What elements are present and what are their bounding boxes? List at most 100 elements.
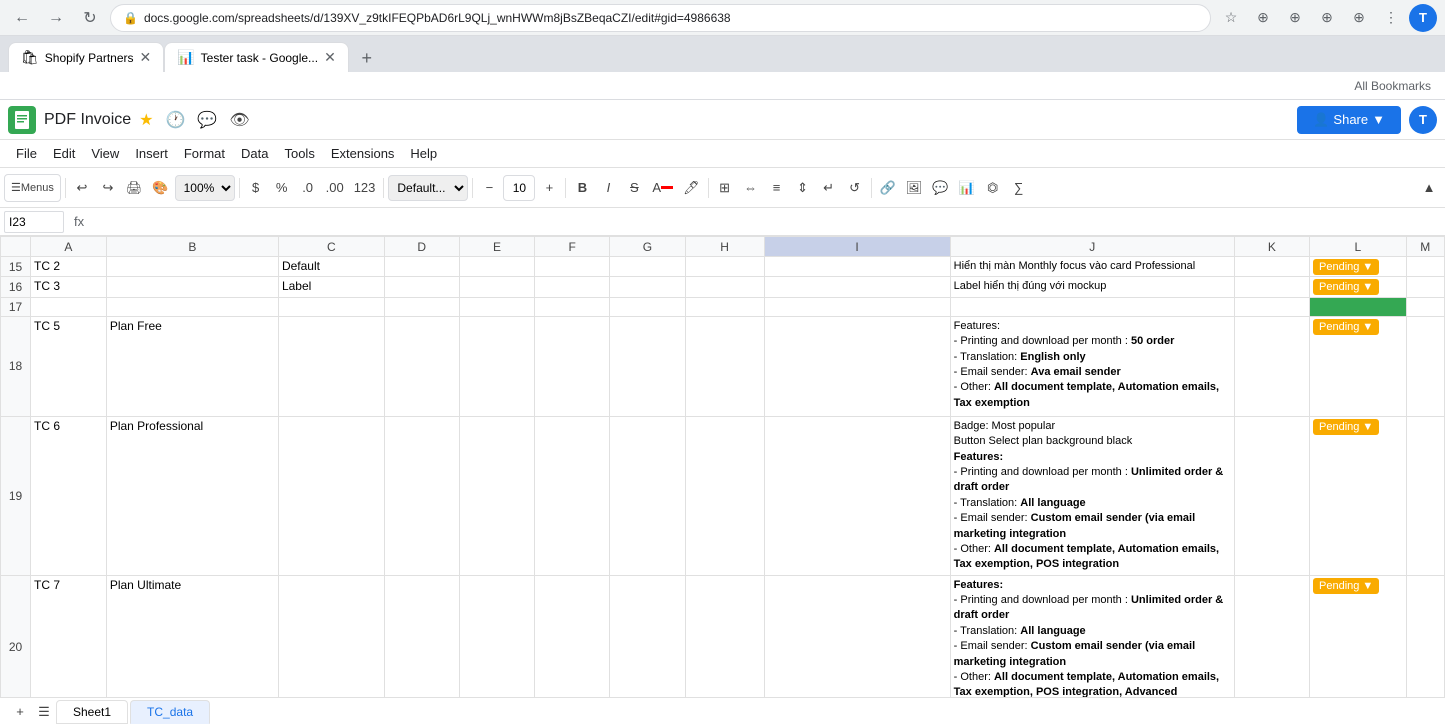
cell-h19[interactable] <box>685 416 764 575</box>
menu-data[interactable]: Data <box>233 142 276 165</box>
menu-help[interactable]: Help <box>402 142 445 165</box>
cell-j19[interactable]: Badge: Most popularButton Select plan ba… <box>950 416 1234 575</box>
cell-e20[interactable] <box>459 575 534 697</box>
cell-f17[interactable] <box>535 297 610 316</box>
col-header-g[interactable]: G <box>610 237 685 257</box>
col-header-m[interactable]: M <box>1406 237 1444 257</box>
cell-k18[interactable] <box>1234 316 1309 416</box>
cell-b17[interactable] <box>106 297 278 316</box>
align-h-button[interactable]: ≡ <box>765 174 789 202</box>
cell-f18[interactable] <box>535 316 610 416</box>
cell-i19[interactable] <box>764 416 950 575</box>
undo-button[interactable]: ↩ <box>70 174 94 202</box>
forward-button[interactable]: → <box>42 4 70 32</box>
cell-d16[interactable] <box>384 277 459 297</box>
cell-m19[interactable] <box>1406 416 1444 575</box>
sheet-grid[interactable]: A B C D E F G H I J K L M <box>0 236 1445 697</box>
col-header-b[interactable]: B <box>106 237 278 257</box>
cell-m16[interactable] <box>1406 277 1444 297</box>
row-18-header[interactable]: 18 <box>1 316 31 416</box>
extension2-button[interactable]: ⊕ <box>1281 4 1309 32</box>
cell-d17[interactable] <box>384 297 459 316</box>
url-bar[interactable]: 🔒 docs.google.com/spreadsheets/d/139XV_z… <box>110 4 1211 32</box>
cell-a16[interactable]: TC 3 <box>31 277 107 297</box>
cell-h15[interactable] <box>685 257 764 277</box>
cell-g16[interactable] <box>610 277 685 297</box>
cell-k20[interactable] <box>1234 575 1309 697</box>
strikethrough-button[interactable]: S <box>622 174 646 202</box>
cell-f15[interactable] <box>535 257 610 277</box>
cell-c15[interactable]: Default <box>278 257 384 277</box>
user-avatar[interactable]: T <box>1409 106 1437 134</box>
redo-button[interactable]: ↪ <box>96 174 120 202</box>
decrease-decimal-button[interactable]: .0 <box>296 174 320 202</box>
text-color-button[interactable]: A <box>648 174 677 202</box>
increase-font-button[interactable]: + <box>537 174 561 202</box>
bookmark-star-button[interactable]: ☆ <box>1217 4 1245 32</box>
wrap-button[interactable]: ↵ <box>817 174 841 202</box>
cell-h17[interactable] <box>685 297 764 316</box>
cell-j16[interactable]: Label hiển thị đúng với mockup <box>950 277 1234 297</box>
cell-a18[interactable]: TC 5 <box>31 316 107 416</box>
cell-f19[interactable] <box>535 416 610 575</box>
cell-e18[interactable] <box>459 316 534 416</box>
cell-k15[interactable] <box>1234 257 1309 277</box>
more-button[interactable]: ⋮ <box>1377 4 1405 32</box>
tab-shopify[interactable]: 🛍 Shopify Partners ✕ <box>8 42 164 72</box>
col-header-l[interactable]: L <box>1310 237 1407 257</box>
cell-a20[interactable]: TC 7 <box>31 575 107 697</box>
link-button[interactable]: 🔗 <box>876 174 900 202</box>
row-17-header[interactable]: 17 <box>1 297 31 316</box>
tab-close-sheets-icon[interactable]: ✕ <box>324 49 336 66</box>
cell-j17[interactable] <box>950 297 1234 316</box>
italic-button[interactable]: I <box>596 174 620 202</box>
refresh-button[interactable]: ↻ <box>76 4 104 32</box>
tab-sheets[interactable]: 📊 Tester task - Google... ✕ <box>164 42 349 72</box>
star-icon[interactable]: ★ <box>139 110 153 130</box>
cell-d19[interactable] <box>384 416 459 575</box>
new-tab-button[interactable]: + <box>353 44 381 72</box>
cell-h16[interactable] <box>685 277 764 297</box>
back-button[interactable]: ← <box>8 4 36 32</box>
formula-input[interactable] <box>94 211 1441 233</box>
cell-d15[interactable] <box>384 257 459 277</box>
bold-button[interactable]: B <box>570 174 594 202</box>
cell-i17[interactable] <box>764 297 950 316</box>
cell-d20[interactable] <box>384 575 459 697</box>
menu-extensions[interactable]: Extensions <box>323 142 403 165</box>
cell-b18[interactable]: Plan Free <box>106 316 278 416</box>
col-header-i[interactable]: I <box>764 237 950 257</box>
cell-c19[interactable] <box>278 416 384 575</box>
sheet-menu-button[interactable]: ☰ <box>32 698 56 725</box>
cell-i16[interactable] <box>764 277 950 297</box>
cell-c16[interactable]: Label <box>278 277 384 297</box>
cell-a19[interactable]: TC 6 <box>31 416 107 575</box>
image-button[interactable]: 🖼 <box>902 174 927 202</box>
cell-j20[interactable]: Features:- Printing and download per mon… <box>950 575 1234 697</box>
col-header-f[interactable]: F <box>535 237 610 257</box>
comment-toolbar-button[interactable]: 💬 <box>928 174 952 202</box>
sheet-tab-tc-data[interactable]: TC_data <box>130 700 210 724</box>
cell-i20[interactable] <box>764 575 950 697</box>
cell-i18[interactable] <box>764 316 950 416</box>
cell-j15[interactable]: Hiển thị màn Monthly focus vào card Prof… <box>950 257 1234 277</box>
cell-e19[interactable] <box>459 416 534 575</box>
cell-m15[interactable] <box>1406 257 1444 277</box>
profile-avatar[interactable]: T <box>1409 4 1437 32</box>
align-v-button[interactable]: ⇕ <box>791 174 815 202</box>
row-20-header[interactable]: 20 <box>1 575 31 697</box>
cell-b16[interactable] <box>106 277 278 297</box>
cell-f16[interactable] <box>535 277 610 297</box>
functions-button[interactable]: ∑ <box>1007 174 1031 202</box>
cell-a17[interactable] <box>31 297 107 316</box>
merge-button[interactable]: ⇔ <box>739 174 763 202</box>
format123-button[interactable]: 123 <box>350 174 380 202</box>
col-header-h[interactable]: H <box>685 237 764 257</box>
print-button[interactable]: 🖨 <box>122 174 147 202</box>
cell-g18[interactable] <box>610 316 685 416</box>
chart-button[interactable]: 📊 <box>954 174 978 202</box>
paint-format-button[interactable]: 🎨 <box>148 174 172 202</box>
menus-button[interactable]: ☰ Menus <box>4 174 61 202</box>
extension4-button[interactable]: ⊕ <box>1345 4 1373 32</box>
cell-k16[interactable] <box>1234 277 1309 297</box>
